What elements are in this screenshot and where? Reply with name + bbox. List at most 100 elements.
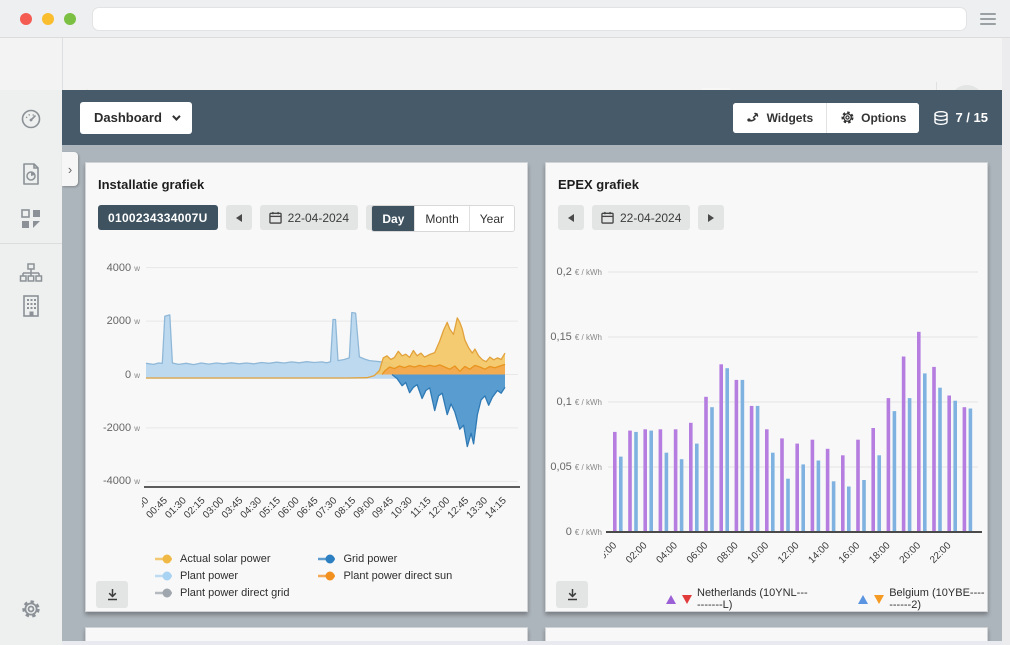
sidebar-item-network[interactable] (0, 262, 62, 286)
widget-counter: 7 / 15 (933, 110, 988, 126)
svg-text:08:00: 08:00 (715, 540, 741, 566)
scrollbar-lane[interactable] (1002, 38, 1010, 645)
dashboard-dropdown-label: Dashboard (94, 110, 162, 125)
legend-item: Plant power direct sun (317, 570, 452, 582)
legend-marker-icon (154, 588, 174, 598)
y-tick-label: 0,1 € / kWh (550, 396, 602, 408)
arrow-left-icon (568, 214, 574, 222)
svg-text:14:15: 14:15 (483, 495, 509, 521)
arrow-right-icon (708, 214, 714, 222)
y-tick-label: 0,15 € / kWh (550, 331, 602, 343)
gear-icon (840, 110, 855, 125)
sidebar-item-settings[interactable] (0, 598, 62, 620)
address-bar[interactable] (92, 7, 967, 31)
download-button[interactable] (556, 581, 588, 608)
installation-serial-badge[interactable]: 0100234334007U (98, 205, 218, 230)
date-value: 22-04-2024 (620, 211, 681, 225)
layers-icon (933, 110, 949, 126)
card-title: Installatie grafiek (98, 177, 204, 192)
triangle-up-icon (666, 595, 676, 604)
legend-item: Actual solar power (154, 553, 289, 565)
download-button[interactable] (96, 581, 128, 608)
gear-icon (20, 598, 42, 620)
widgets-button[interactable]: Widgets (733, 103, 827, 133)
date-picker-button[interactable]: 22-04-2024 (260, 205, 358, 230)
options-button-label: Options (861, 111, 906, 125)
chevron-down-icon (172, 112, 180, 120)
report-document-icon (21, 162, 41, 186)
legend-marker-icon (317, 571, 337, 581)
calendar-icon (601, 211, 614, 224)
dashboard-content: › Installatie grafiek 0100234334007U 22-… (62, 145, 1002, 645)
y-tick-label: -4000 w (88, 475, 140, 487)
svg-text:12:00: 12:00 (776, 540, 802, 566)
tab-year[interactable]: Year (469, 206, 514, 231)
legend-marker-icon (154, 571, 174, 581)
svg-text:10:00: 10:00 (746, 540, 772, 566)
svg-text:04:00: 04:00 (654, 540, 680, 566)
sidebar-item-dashboard[interactable] (0, 108, 62, 130)
range-tabs: DayMonthYear (371, 205, 515, 232)
date-prev-button[interactable] (558, 205, 584, 230)
app-header: EcoSphere Managed by: Embion B.V. (0, 38, 1002, 90)
y-tick-label: 0 € / kWh (550, 526, 602, 538)
close-window-button[interactable] (20, 13, 32, 25)
card-title: EPEX grafiek (558, 177, 639, 192)
triangle-up-icon (858, 595, 868, 604)
legend-item: Plant power (154, 570, 289, 582)
legend-item: Netherlands (10YNL----------L) (666, 587, 810, 611)
triangle-down-icon (874, 595, 884, 604)
svg-text:20:00: 20:00 (898, 540, 924, 566)
options-button[interactable]: Options (826, 103, 919, 133)
tab-day[interactable]: Day (372, 206, 414, 231)
browser-chrome (0, 0, 1010, 38)
dashboard-dropdown[interactable]: Dashboard (80, 102, 192, 134)
legend-marker-icon (154, 554, 174, 564)
widgets-button-label: Widgets (767, 111, 814, 125)
installatie-grafiek-card: Installatie grafiek 0100234334007U 22-04… (85, 162, 528, 612)
widget-counter-value: 7 / 15 (955, 110, 988, 125)
download-icon (565, 587, 580, 602)
maximize-window-button[interactable] (64, 13, 76, 25)
calendar-icon (269, 211, 282, 224)
y-tick-label: 0,2 € / kWh (550, 266, 602, 278)
y-tick-label: 4000 w (88, 262, 140, 274)
y-tick-label: -2000 w (88, 422, 140, 434)
date-value: 22-04-2024 (288, 211, 349, 225)
hierarchy-icon (19, 262, 43, 286)
svg-text:16:00: 16:00 (837, 540, 863, 566)
svg-text:02:00: 02:00 (624, 540, 650, 566)
svg-text:06:00: 06:00 (685, 540, 711, 566)
epex-chart[interactable]: 00:00 02:0004:0006:0008:0010:0012:0014:00… (604, 259, 984, 579)
y-tick-label: 2000 w (88, 315, 140, 327)
sidebar-item-buildings[interactable] (0, 294, 62, 318)
y-tick-label: 0,05 € / kWh (550, 461, 602, 473)
window-bottom-edge (62, 641, 1002, 645)
building-icon (20, 294, 42, 318)
legend-marker-icon (317, 554, 337, 564)
date-picker-button[interactable]: 22-04-2024 (592, 205, 690, 230)
triangle-down-icon (682, 595, 692, 604)
svg-text:18:00: 18:00 (867, 540, 893, 566)
date-prev-button[interactable] (226, 205, 252, 230)
widgets-grid-icon (20, 208, 42, 230)
sidebar-expander-tab[interactable]: › (62, 152, 78, 186)
sidebar-item-widgets[interactable] (0, 208, 62, 230)
app-window: EcoSphere Managed by: Embion B.V. Dashbo… (0, 0, 1010, 645)
installatie-chart[interactable]: 00:0000:4501:3002:1503:0003:4504:3005:15… (142, 257, 522, 547)
tab-month[interactable]: Month (414, 206, 468, 231)
minimize-window-button[interactable] (42, 13, 54, 25)
epex-grafiek-card: EPEX grafiek 22-04-2024 0,2 € / kWh 0,15 … (545, 162, 988, 612)
sidebar-item-reports[interactable] (0, 162, 62, 186)
date-next-button[interactable] (698, 205, 724, 230)
download-icon (105, 587, 120, 602)
sidebar-divider (0, 243, 62, 244)
svg-text:00:00: 00:00 (604, 540, 619, 566)
arrow-left-icon (236, 214, 242, 222)
svg-text:14:00: 14:00 (806, 540, 832, 566)
dashboard-toolbar: Dashboard Widgets Options 7 / 15 (62, 90, 1002, 145)
browser-menu-icon[interactable] (980, 13, 996, 25)
widgets-icon (746, 110, 761, 125)
header-sidebar-divider (62, 38, 63, 90)
installatie-legend: Actual solar power Plant power Plant power… (154, 553, 452, 599)
